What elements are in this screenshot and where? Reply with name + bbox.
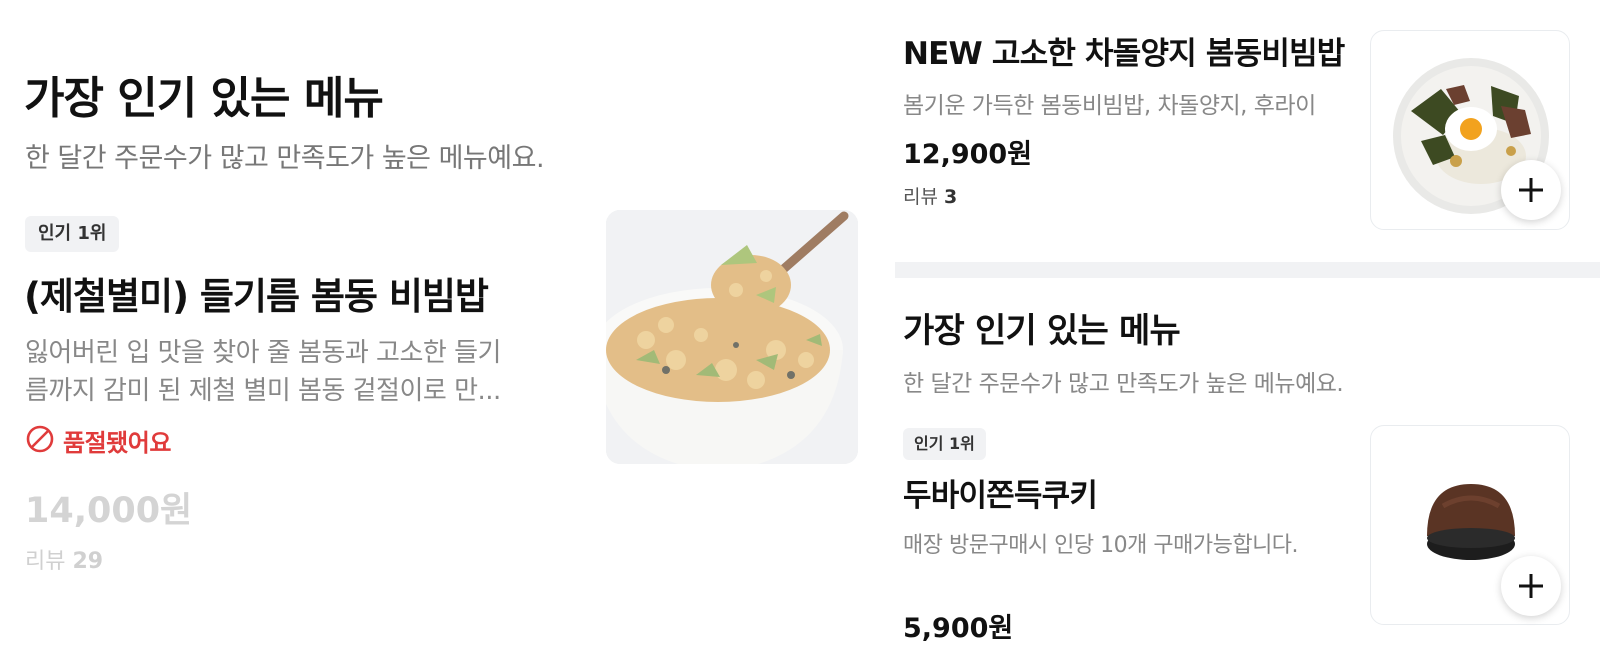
menu-item-description: 매장 방문구매시 인당 10개 구매가능합니다.	[903, 533, 1299, 558]
rank-badge: 인기 1위	[25, 216, 120, 252]
menu-item-price: 12,900원	[903, 139, 1033, 170]
description-line-2: 름까지 감미 된 제철 별미 봄동 겉절이로 만...	[25, 376, 501, 406]
review-label: 리뷰	[903, 186, 938, 208]
menu-list-right: NEW 고소한 차돌양지 봄동비빔밥 봄기운 가득한 봄동비빔밥, 차돌양지, …	[895, 0, 1600, 655]
add-to-cart-button[interactable]	[1501, 160, 1561, 220]
review-number: 29	[72, 549, 104, 574]
section-title: 가장 인기 있는 메뉴	[24, 73, 384, 124]
plus-icon	[1519, 178, 1543, 202]
menu-item-price: 14,000원	[25, 491, 193, 531]
review-number: 3	[944, 186, 958, 208]
plus-icon	[1519, 574, 1543, 598]
section-divider	[895, 262, 1600, 278]
review-count: 리뷰 29	[25, 543, 103, 575]
soldout-status: 품절됐어요	[25, 423, 171, 458]
prohibited-icon	[25, 424, 55, 458]
menu-item-description: 잃어버린 입 맛을 찾아 줄 봄동과 고소한 들기 름까지 감미 된 제철 별미…	[25, 334, 575, 410]
description-line-1: 잃어버린 입 맛을 찾아 줄 봄동과 고소한 들기	[25, 338, 501, 368]
soldout-label: 품절됐어요	[63, 429, 171, 457]
menu-item-name[interactable]: NEW 고소한 차돌양지 봄동비빔밥	[903, 28, 1345, 73]
add-to-cart-button[interactable]	[1501, 556, 1561, 616]
bibimbap-bowl-photo[interactable]	[606, 210, 858, 464]
menu-item-name[interactable]: 두바이쫀득쿠키	[903, 470, 1098, 515]
section-subtitle: 한 달간 주문수가 많고 만족도가 높은 메뉴예요.	[25, 143, 545, 174]
rank-badge: 인기 1위	[903, 428, 986, 460]
review-count: 리뷰 3	[903, 182, 957, 209]
menu-item-price: 5,900원	[903, 613, 1014, 644]
menu-item-name[interactable]: (제철별미) 들기름 봄동 비빔밥	[24, 266, 489, 320]
review-label: 리뷰	[25, 549, 66, 574]
section-title: 가장 인기 있는 메뉴	[903, 311, 1181, 351]
popular-menu-section: 가장 인기 있는 메뉴 한 달간 주문수가 많고 만족도가 높은 메뉴예요. 인…	[0, 0, 870, 655]
section-subtitle: 한 달간 주문수가 많고 만족도가 높은 메뉴예요.	[903, 371, 1344, 397]
menu-item-description: 봄기운 가득한 봄동비빔밥, 차돌양지, 후라이	[903, 93, 1316, 119]
